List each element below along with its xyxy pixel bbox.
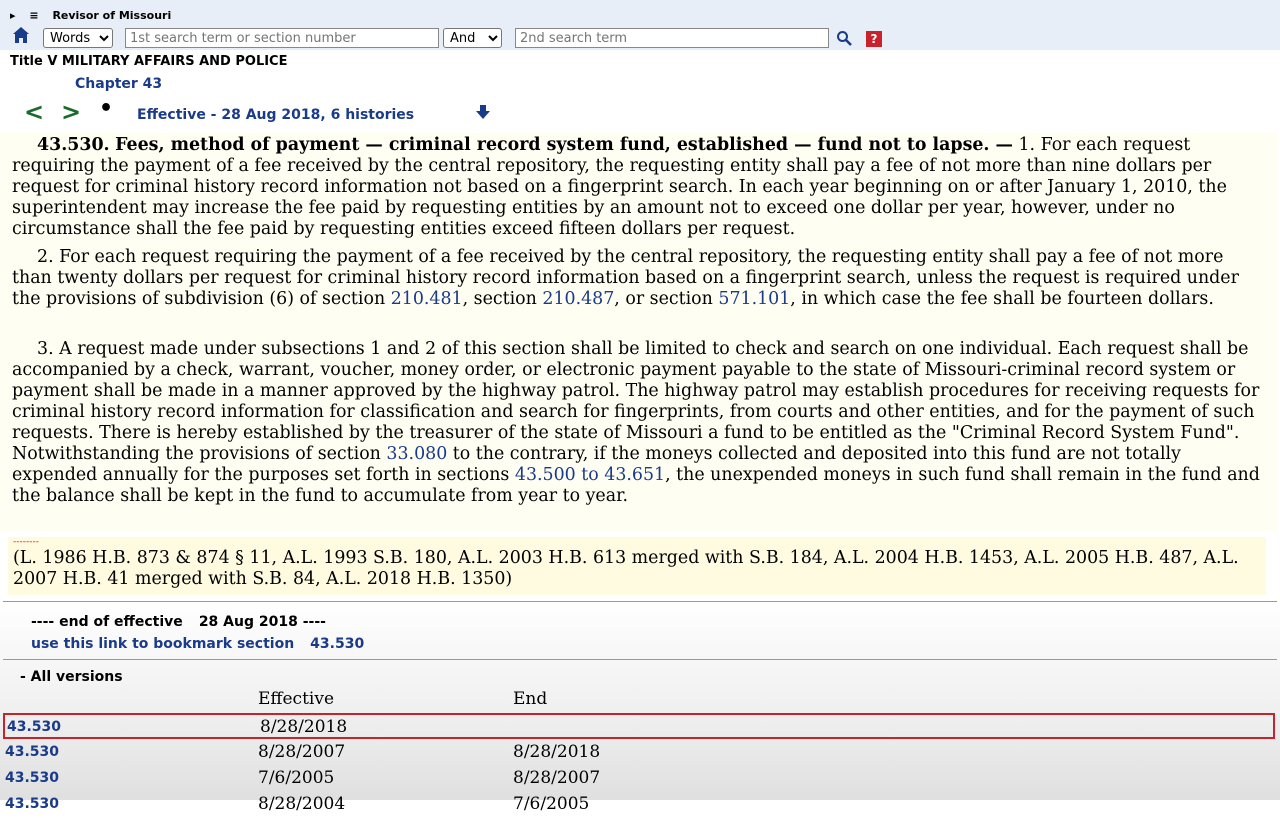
all-versions-heading[interactable]: - All versions [20,669,123,685]
next-section-button[interactable]: > [61,98,81,126]
version-row[interactable]: 43.530 8/28/2004 7/6/2005 [3,792,1275,818]
version-end-date: 7/6/2005 [513,794,590,814]
end-of-effective-date: 28 Aug 2018 ---- [198,614,326,630]
title-heading: Title V MILITARY AFFAIRS AND POLICE [10,54,288,69]
version-section-link[interactable]: 43.530 [5,744,59,760]
section-link-210-487[interactable]: 210.487 [542,289,614,309]
paragraph-2-text-c: , or section [614,289,719,309]
arrow-down-icon[interactable] [475,104,491,120]
menu-icon[interactable]: ≡ [29,9,38,22]
home-icon[interactable] [12,26,30,44]
end-of-effective-label: ---- end of effective [31,614,183,630]
paragraph-2-text-d: , in which case the fee shall be fourtee… [790,289,1214,309]
divider [3,659,1277,660]
paragraph-2-text-b: , section [462,289,543,309]
help-icon[interactable]: ? [866,31,882,47]
search-icon[interactable] [836,30,852,46]
second-search-input[interactable] [515,28,829,48]
site-title[interactable]: ▸ ≡ Revisor of Missouri [10,9,171,22]
column-header-end: End [513,689,548,709]
statute-text: 43.530. Fees, method of payment — crimin… [0,132,1278,532]
version-row[interactable]: 43.530 7/6/2005 8/28/2007 [3,766,1275,792]
history-text: (L. 1986 H.B. 873 & 874 § 11, A.L. 1993 … [13,548,1239,589]
version-end-date: 8/28/2018 [513,742,601,762]
version-row[interactable]: 43.530 8/28/2018 [3,713,1275,739]
previous-section-button[interactable]: < [24,98,44,126]
version-effective-date: 8/28/2007 [258,742,346,762]
bookmark-link[interactable]: use this link to bookmark section 43.530 [31,636,364,652]
version-end-date: 8/28/2007 [513,768,601,788]
column-header-effective: Effective [258,689,335,709]
bookmark-section: 43.530 [310,636,365,652]
version-row[interactable]: 43.530 8/28/2007 8/28/2018 [3,740,1275,766]
history-notes: -------- (L. 1986 H.B. 873 & 874 § 11, A… [8,537,1266,595]
version-effective-date: 8/28/2018 [260,717,348,737]
section-link-43-500-to-43-651[interactable]: 43.500 to 43.651 [515,465,665,485]
site-title-label: Revisor of Missouri [52,9,172,22]
expand-triangle-icon[interactable]: ▸ [10,9,16,22]
chapter-link[interactable]: Chapter 43 [75,76,162,92]
section-link-33-080[interactable]: 33.080 [386,444,447,464]
version-effective-date: 8/28/2004 [258,794,346,814]
version-section-link[interactable]: 43.530 [5,770,59,786]
section-number: 43.530. [37,135,110,155]
bookmark-label: use this link to bookmark section [31,636,295,652]
end-of-effective: ---- end of effective 28 Aug 2018 ---- [31,614,326,630]
first-search-input[interactable] [125,28,439,48]
section-link-571-101[interactable]: 571.101 [718,289,790,309]
version-section-link[interactable]: 43.530 [5,796,59,812]
section-heading: Fees, method of payment — criminal recor… [115,135,1013,155]
version-section-link[interactable]: 43.530 [7,719,61,735]
version-effective-date: 7/6/2005 [258,768,335,788]
statute-paragraph-3: 3. A request made under subsections 1 an… [0,339,1278,507]
effective-date-label: Effective - 28 Aug 2018, 6 histories [137,107,415,123]
section-link-210-481[interactable]: 210.481 [391,289,463,309]
boolean-operator-select[interactable]: And [443,28,502,48]
statute-paragraph-2: 2. For each request requiring the paymen… [0,247,1278,310]
statute-paragraph-1: 43.530. Fees, method of payment — crimin… [0,135,1278,240]
divider [3,601,1277,602]
history-separator: -------- [13,537,39,547]
current-section-dot[interactable]: • [99,96,113,121]
search-mode-select[interactable]: Words [43,28,113,48]
top-toolbar: ▸ ≡ Revisor of Missouri Words And ? [0,0,1280,50]
